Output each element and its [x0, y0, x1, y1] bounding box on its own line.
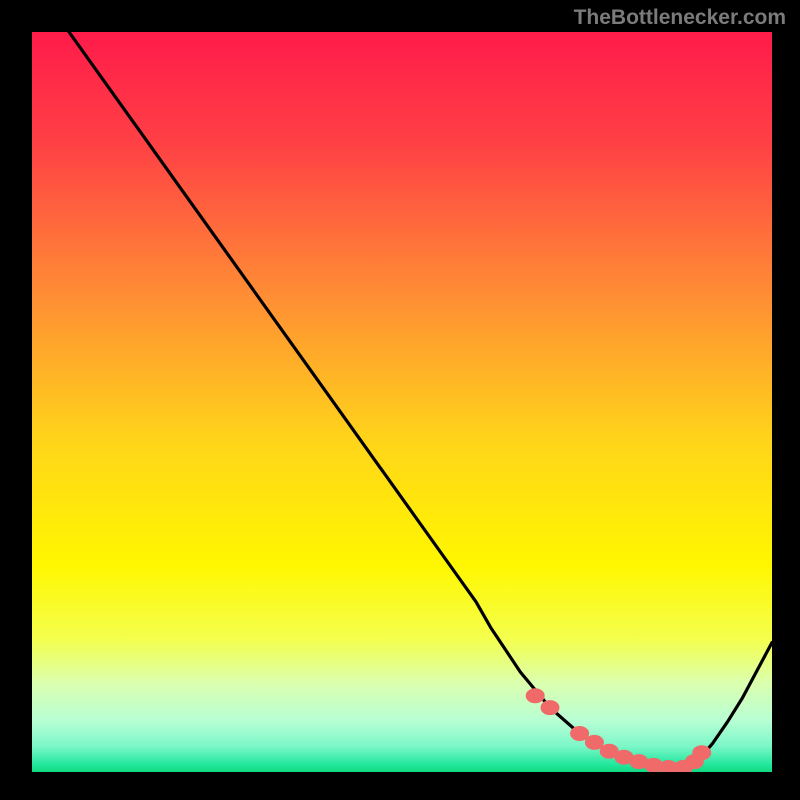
marker-point [693, 746, 711, 760]
gradient-background [32, 32, 772, 772]
marker-point [541, 701, 559, 715]
watermark-text: TheBottlenecker.com [574, 6, 786, 30]
marker-point [571, 727, 589, 741]
chart-container: TheBottlenecker.com [0, 0, 800, 800]
chart-svg [32, 32, 772, 772]
marker-point [526, 689, 544, 703]
marker-point [585, 735, 603, 749]
plot-area [32, 32, 772, 772]
